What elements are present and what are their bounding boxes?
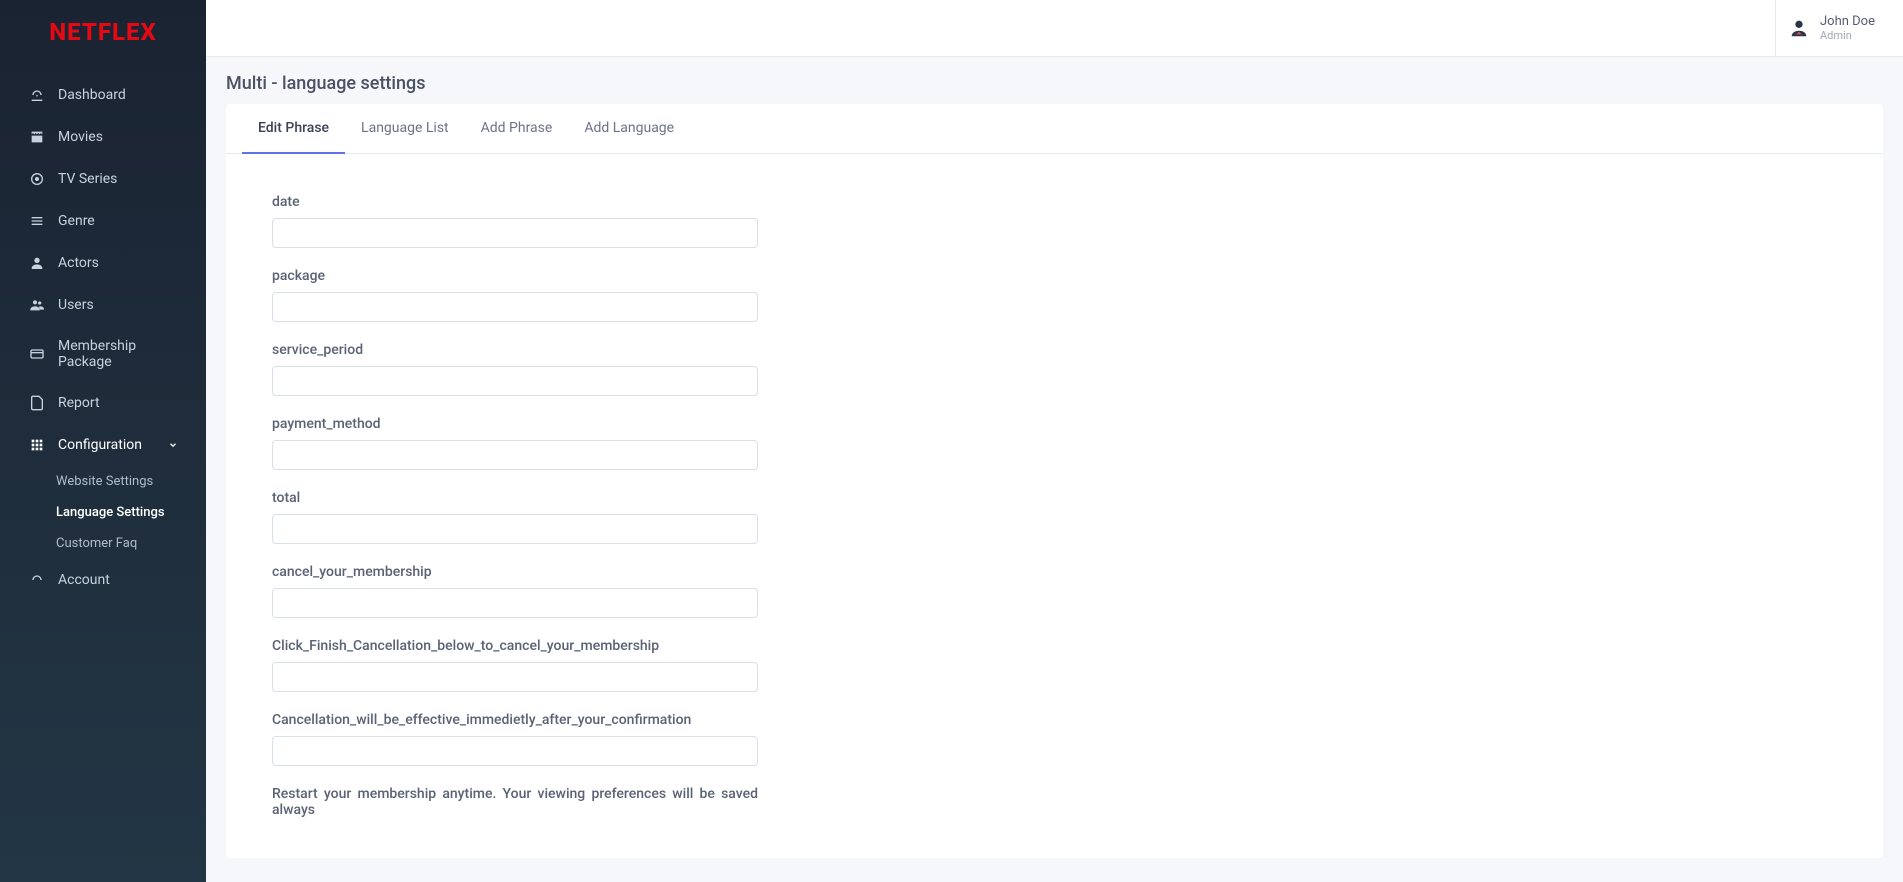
sidebar-nav: Dashboard Movies TV Series Genre Actors bbox=[0, 64, 206, 611]
account-icon bbox=[28, 571, 46, 589]
sidebar-item-label: Actors bbox=[58, 255, 178, 271]
list-icon bbox=[28, 212, 46, 230]
user-name: John Doe bbox=[1820, 14, 1875, 30]
brand-logo[interactable]: NETFLEX bbox=[0, 0, 206, 64]
sidebar-item-report[interactable]: Report bbox=[0, 382, 206, 424]
topbar: John Doe Admin bbox=[206, 0, 1903, 57]
page-title: Multi - language settings bbox=[206, 57, 1903, 104]
user-texts: John Doe Admin bbox=[1820, 14, 1875, 43]
tab-add-phrase[interactable]: Add Phrase bbox=[465, 104, 569, 154]
content-card: Edit Phrase Language List Add Phrase Add… bbox=[226, 104, 1883, 858]
field-label: cancel_your_membership bbox=[272, 564, 980, 580]
sidebar-item-label: Users bbox=[58, 297, 178, 313]
sidebar-item-label: Genre bbox=[58, 213, 178, 229]
sidebar-item-account[interactable]: Account bbox=[0, 559, 206, 601]
subnav-configuration: Website Settings Language Settings Custo… bbox=[0, 466, 206, 559]
grid-icon bbox=[28, 436, 46, 454]
field-label-cutoff: Restart your membership anytime. Your vi… bbox=[272, 786, 758, 818]
sidebar-item-membership[interactable]: Membership Package bbox=[0, 326, 206, 382]
field-label: service_period bbox=[272, 342, 980, 358]
field-total: total bbox=[272, 490, 980, 544]
people-icon bbox=[28, 296, 46, 314]
subnav-item-website-settings[interactable]: Website Settings bbox=[0, 466, 206, 497]
field-payment-method: payment_method bbox=[272, 416, 980, 470]
field-input-total[interactable] bbox=[272, 514, 758, 544]
movie-icon bbox=[28, 128, 46, 146]
field-cancel-membership: cancel_your_membership bbox=[272, 564, 980, 618]
sidebar-item-movies[interactable]: Movies bbox=[0, 116, 206, 158]
sidebar-item-label: TV Series bbox=[58, 171, 178, 187]
sidebar-item-users[interactable]: Users bbox=[0, 284, 206, 326]
field-input-date[interactable] bbox=[272, 218, 758, 248]
tab-add-language[interactable]: Add Language bbox=[568, 104, 690, 154]
sidebar-item-configuration[interactable]: Configuration bbox=[0, 424, 206, 466]
field-input-click-finish[interactable] bbox=[272, 662, 758, 692]
sidebar-item-label: Dashboard bbox=[58, 87, 178, 103]
field-input-service-period[interactable] bbox=[272, 366, 758, 396]
subnav-item-customer-faq[interactable]: Customer Faq bbox=[0, 528, 206, 559]
main-area: John Doe Admin Multi - language settings… bbox=[206, 0, 1903, 882]
sidebar: NETFLEX Dashboard Movies TV Series Genre bbox=[0, 0, 206, 882]
sidebar-item-label: Configuration bbox=[58, 437, 168, 453]
field-input-package[interactable] bbox=[272, 292, 758, 322]
user-role: Admin bbox=[1820, 29, 1875, 42]
chevron-down-icon bbox=[168, 440, 178, 450]
field-input-cancellation-effective[interactable] bbox=[272, 736, 758, 766]
field-label: payment_method bbox=[272, 416, 980, 432]
card-icon bbox=[28, 345, 46, 363]
field-input-payment-method[interactable] bbox=[272, 440, 758, 470]
field-package: package bbox=[272, 268, 980, 322]
field-label: Click_Finish_Cancellation_below_to_cance… bbox=[272, 638, 980, 654]
form-area: date package service_period payment_meth… bbox=[226, 154, 1026, 858]
sidebar-item-genre[interactable]: Genre bbox=[0, 200, 206, 242]
sidebar-item-label: Account bbox=[58, 572, 178, 588]
tab-language-list[interactable]: Language List bbox=[345, 104, 465, 154]
report-icon bbox=[28, 394, 46, 412]
sidebar-item-label: Report bbox=[58, 395, 178, 411]
person-icon bbox=[28, 254, 46, 272]
field-label: Cancellation_will_be_effective_immedietl… bbox=[272, 712, 980, 728]
tabs: Edit Phrase Language List Add Phrase Add… bbox=[226, 104, 1883, 154]
field-service-period: service_period bbox=[272, 342, 980, 396]
field-input-cancel-membership[interactable] bbox=[272, 588, 758, 618]
sidebar-item-dashboard[interactable]: Dashboard bbox=[0, 74, 206, 116]
dashboard-icon bbox=[28, 86, 46, 104]
user-menu[interactable]: John Doe Admin bbox=[1775, 0, 1887, 56]
subnav-item-language-settings[interactable]: Language Settings bbox=[0, 497, 206, 528]
field-label: total bbox=[272, 490, 980, 506]
field-label: package bbox=[272, 268, 980, 284]
field-label: date bbox=[272, 194, 980, 210]
sidebar-item-tv-series[interactable]: TV Series bbox=[0, 158, 206, 200]
sidebar-item-label: Movies bbox=[58, 129, 178, 145]
field-cancellation-effective: Cancellation_will_be_effective_immedietl… bbox=[272, 712, 980, 766]
tv-icon bbox=[28, 170, 46, 188]
field-date: date bbox=[272, 194, 980, 248]
tab-edit-phrase[interactable]: Edit Phrase bbox=[242, 104, 345, 154]
avatar-icon bbox=[1788, 17, 1810, 39]
field-click-finish: Click_Finish_Cancellation_below_to_cance… bbox=[272, 638, 980, 692]
sidebar-item-actors[interactable]: Actors bbox=[0, 242, 206, 284]
sidebar-item-label: Membership Package bbox=[58, 338, 178, 370]
